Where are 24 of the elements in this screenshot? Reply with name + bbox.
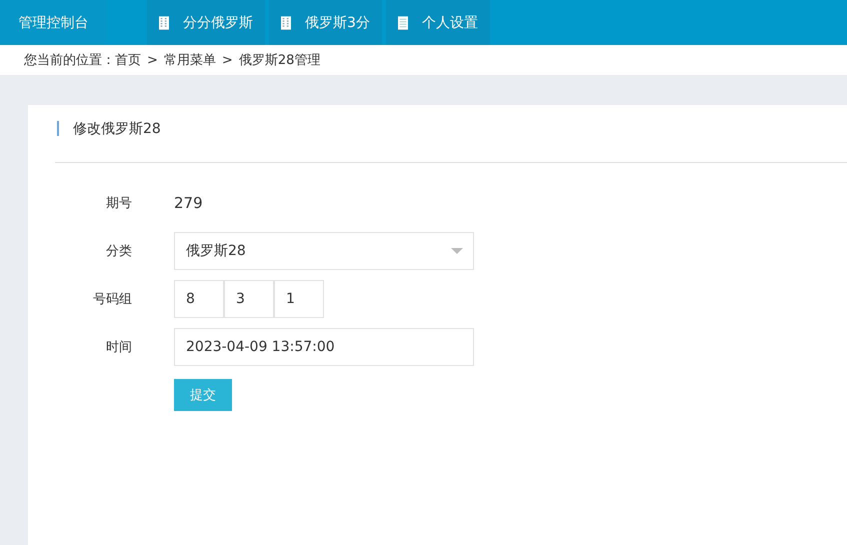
caret-icon — [451, 248, 463, 254]
breadcrumb-label: 您当前的位置： — [24, 52, 115, 69]
card-title: 修改俄罗斯28 — [73, 120, 161, 138]
document-icon — [398, 16, 408, 30]
field-label: 号码组 — [92, 291, 132, 308]
nav-item[interactable]: 分分俄罗斯 — [147, 0, 265, 45]
category-dropdown[interactable]: 俄罗斯28 — [174, 232, 474, 270]
breadcrumb-link[interactable]: 常用菜单 — [164, 51, 216, 69]
time-input[interactable]: 2023-04-09 13:57:00 — [174, 328, 474, 366]
breadcrumb-link[interactable]: 俄罗斯28管理 — [238, 51, 320, 69]
nav-item[interactable]: 俄罗斯3分 — [269, 0, 382, 45]
breadcrumb-link[interactable]: 首页 — [115, 51, 141, 69]
field-label: 分类 — [105, 243, 132, 260]
breadcrumb-separator: > — [222, 52, 233, 68]
number-input[interactable]: 1 — [274, 280, 324, 318]
field-value: 279 — [174, 194, 203, 212]
breadcrumb-separator: > — [147, 52, 158, 68]
building-icon — [159, 16, 169, 30]
number-input[interactable]: 8 — [174, 280, 224, 318]
field-label: 期号 — [105, 195, 132, 212]
field-label: 时间 — [105, 339, 132, 356]
number-input[interactable]: 3 — [224, 280, 274, 318]
building-icon — [281, 16, 291, 30]
nav-item[interactable]: 个人设置 — [386, 0, 490, 45]
